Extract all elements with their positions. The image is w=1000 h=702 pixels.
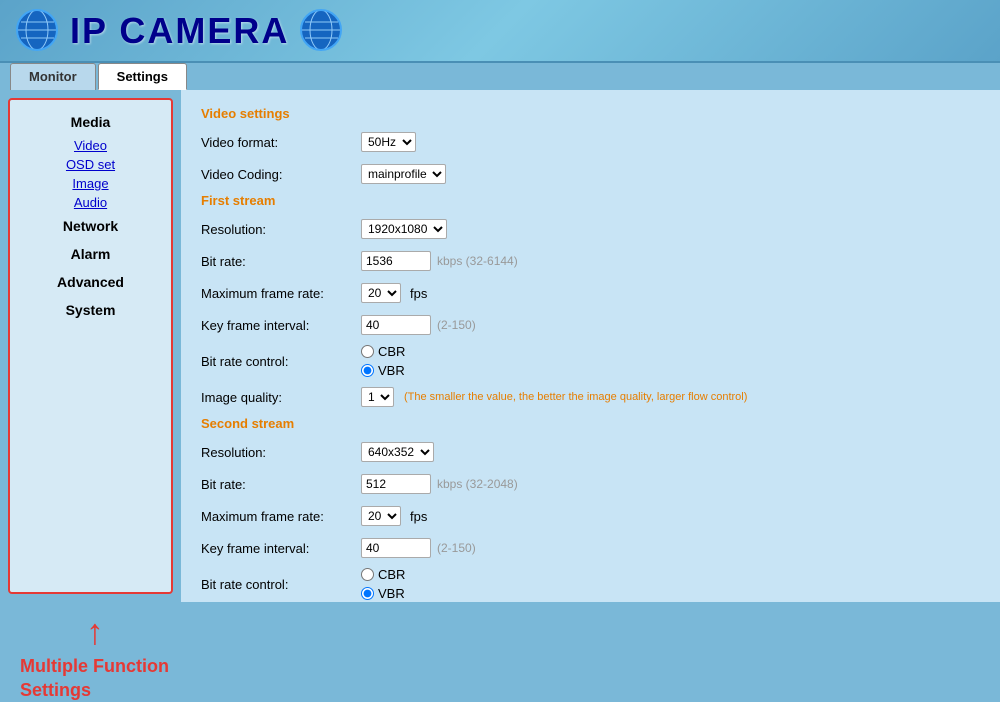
first-resolution-label: Resolution:	[201, 222, 361, 237]
content-area: Video settings Video format: 50Hz 60Hz V…	[181, 90, 1000, 602]
second-stream-title: Second stream	[201, 416, 980, 431]
second-bitratecontrol-label: Bit rate control:	[201, 577, 361, 592]
second-cbr-option[interactable]: CBR	[361, 567, 405, 582]
annotation: ↑ Multiple Function Settings	[20, 614, 170, 702]
second-vbr-radio[interactable]	[361, 587, 374, 600]
tab-settings[interactable]: Settings	[98, 63, 187, 90]
first-quality-row: Image quality: 123456 (The smaller the v…	[201, 384, 980, 410]
video-coding-select[interactable]: mainprofile baseline highprofile	[361, 164, 446, 184]
first-bitrate-label: Bit rate:	[201, 254, 361, 269]
globe-left-icon	[15, 8, 60, 53]
video-format-row: Video format: 50Hz 60Hz	[201, 129, 980, 155]
first-stream-title: First stream	[201, 193, 980, 208]
first-bitrate-hint: kbps (32-6144)	[437, 254, 518, 268]
second-bitratecontrol-row: Bit rate control: CBR VBR	[201, 567, 980, 601]
sidebar-section-advanced[interactable]: Advanced	[10, 268, 171, 296]
second-resolution-select[interactable]: 640x352 320x240 160x120	[361, 442, 434, 462]
first-quality-label: Image quality:	[201, 390, 361, 405]
sidebar-section-system[interactable]: System	[10, 296, 171, 324]
second-maxfps-select[interactable]: 2015105	[361, 506, 401, 526]
annotation-text: Multiple Function Settings	[20, 655, 170, 702]
first-bitratecontrol-label: Bit rate control:	[201, 354, 361, 369]
second-bitrate-row: Bit rate: kbps (32-2048)	[201, 471, 980, 497]
second-bitratecontrol-group: CBR VBR	[361, 567, 405, 601]
sidebar-item-video[interactable]: Video	[10, 136, 171, 155]
first-cbr-option[interactable]: CBR	[361, 344, 405, 359]
globe-right-icon	[299, 8, 344, 53]
second-bitrate-label: Bit rate:	[201, 477, 361, 492]
first-maxfps-select[interactable]: 2015105	[361, 283, 401, 303]
first-resolution-row: Resolution: 1920x1080 1280x720 640x480	[201, 216, 980, 242]
first-resolution-select[interactable]: 1920x1080 1280x720 640x480	[361, 219, 447, 239]
sidebar: Media Video OSD set Image Audio Network …	[8, 98, 173, 594]
sidebar-section-media: Media	[10, 108, 171, 136]
sidebar-item-audio[interactable]: Audio	[10, 193, 171, 212]
second-keyframe-hint: (2-150)	[437, 541, 476, 555]
second-maxfps-label: Maximum frame rate:	[201, 509, 361, 524]
video-format-label: Video format:	[201, 135, 361, 150]
second-keyframe-label: Key frame interval:	[201, 541, 361, 556]
video-coding-label: Video Coding:	[201, 167, 361, 182]
video-format-select[interactable]: 50Hz 60Hz	[361, 132, 416, 152]
first-bitrate-input[interactable]	[361, 251, 431, 271]
second-bitrate-hint: kbps (32-2048)	[437, 477, 518, 491]
first-bitratecontrol-row: Bit rate control: CBR VBR	[201, 344, 980, 378]
main-layout: Media Video OSD set Image Audio Network …	[0, 90, 1000, 602]
arrow-icon: ↑	[20, 614, 170, 650]
tab-monitor[interactable]: Monitor	[10, 63, 96, 90]
second-maxfps-unit: fps	[410, 509, 427, 524]
first-quality-select[interactable]: 123456	[361, 387, 394, 407]
video-coding-row: Video Coding: mainprofile baseline highp…	[201, 161, 980, 187]
first-cbr-radio[interactable]	[361, 345, 374, 358]
first-vbr-radio[interactable]	[361, 364, 374, 377]
first-keyframe-row: Key frame interval: (2-150)	[201, 312, 980, 338]
video-settings-title: Video settings	[201, 106, 980, 121]
first-bitratecontrol-group: CBR VBR	[361, 344, 405, 378]
second-keyframe-input[interactable]	[361, 538, 431, 558]
header: IP CAMERA	[0, 0, 1000, 63]
first-maxfps-row: Maximum frame rate: 2015105 fps	[201, 280, 980, 306]
first-keyframe-hint: (2-150)	[437, 318, 476, 332]
first-vbr-option[interactable]: VBR	[361, 363, 405, 378]
app-title: IP CAMERA	[70, 10, 289, 52]
first-cbr-label: CBR	[378, 344, 405, 359]
second-bitrate-input[interactable]	[361, 474, 431, 494]
second-cbr-radio[interactable]	[361, 568, 374, 581]
first-bitrate-row: Bit rate: kbps (32-6144)	[201, 248, 980, 274]
nav-tabs: Monitor Settings	[0, 63, 1000, 90]
first-quality-hint: (The smaller the value, the better the i…	[404, 391, 747, 403]
sidebar-section-alarm[interactable]: Alarm	[10, 240, 171, 268]
first-maxfps-label: Maximum frame rate:	[201, 286, 361, 301]
second-cbr-label: CBR	[378, 567, 405, 582]
second-keyframe-row: Key frame interval: (2-150)	[201, 535, 980, 561]
second-maxfps-row: Maximum frame rate: 2015105 fps	[201, 503, 980, 529]
second-resolution-row: Resolution: 640x352 320x240 160x120	[201, 439, 980, 465]
sidebar-section-network[interactable]: Network	[10, 212, 171, 240]
first-vbr-label: VBR	[378, 363, 405, 378]
first-keyframe-input[interactable]	[361, 315, 431, 335]
second-resolution-label: Resolution:	[201, 445, 361, 460]
second-vbr-option[interactable]: VBR	[361, 586, 405, 601]
second-vbr-label: VBR	[378, 586, 405, 601]
sidebar-item-image[interactable]: Image	[10, 174, 171, 193]
first-keyframe-label: Key frame interval:	[201, 318, 361, 333]
sidebar-item-osd[interactable]: OSD set	[10, 155, 171, 174]
first-maxfps-unit: fps	[410, 286, 427, 301]
